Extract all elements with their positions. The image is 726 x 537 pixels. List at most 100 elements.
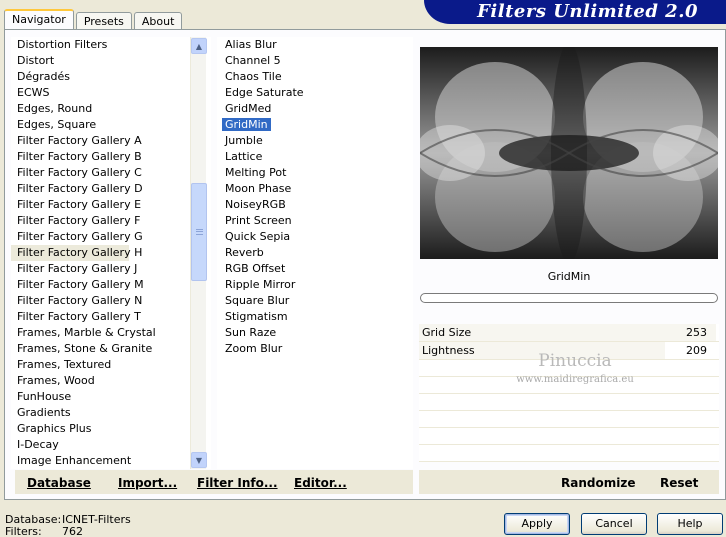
filter-item-label: NoiseyRGB [225, 198, 286, 211]
category-item[interactable]: Distort [11, 53, 211, 69]
slider-empty [419, 411, 719, 428]
filter-item[interactable]: GridMin [217, 117, 413, 133]
filter-item[interactable]: Stigmatism [217, 309, 413, 325]
header-banner: Filters Unlimited 2.0 [424, 0, 726, 24]
watermark-url: www.maidiregrafica.eu [516, 374, 634, 385]
category-item[interactable]: Dégradés [11, 69, 211, 85]
category-list[interactable]: Distortion Filters Distort Dégradés ECWS Edg… [11, 37, 211, 469]
filter-item[interactable]: Quick Sepia [217, 229, 413, 245]
import-link[interactable]: Import... [118, 476, 177, 490]
category-scrollbar[interactable]: ▲ ▼ [190, 37, 207, 469]
preview-filter-name: GridMin [547, 270, 591, 283]
category-item[interactable]: ECWS [11, 85, 211, 101]
slider-value: 209 [686, 344, 707, 357]
filter-item[interactable]: Ripple Mirror [217, 277, 413, 293]
app-title: Filters Unlimited 2.0 [477, 1, 698, 22]
filter-item[interactable]: Print Screen [217, 213, 413, 229]
filter-item[interactable]: GridMed [217, 101, 413, 117]
filter-item[interactable]: Square Blur [217, 293, 413, 309]
category-item[interactable]: Graphics Plus [11, 421, 211, 437]
filter-item-label: Channel 5 [225, 54, 281, 67]
filter-item[interactable]: Melting Pot [217, 165, 413, 181]
scrollbar-thumb[interactable] [191, 183, 207, 281]
help-button[interactable]: Help [657, 513, 723, 535]
cancel-button[interactable]: Cancel [581, 513, 647, 535]
filter-info-link[interactable]: Filter Info... [197, 476, 278, 490]
slider-label: Lightness [422, 344, 475, 357]
filter-item[interactable]: RGB Offset [217, 261, 413, 277]
filter-item-label: Edge Saturate [225, 86, 304, 99]
category-item[interactable]: FunHouse [11, 389, 211, 405]
category-item[interactable]: I-Decay [11, 437, 211, 453]
filter-item-label: Alias Blur [225, 38, 277, 51]
status-filters-label: Filters: [5, 525, 42, 537]
filter-item[interactable]: Jumble [217, 133, 413, 149]
filter-item[interactable]: NoiseyRGB [217, 197, 413, 213]
category-item[interactable]: Frames, Textured [11, 357, 211, 373]
category-item[interactable]: Filter Factory Gallery M [11, 277, 211, 293]
watermark-name: Pinuccia [538, 351, 612, 371]
filter-item[interactable]: Zoom Blur [217, 341, 413, 357]
category-item[interactable]: Filter Factory Gallery C [11, 165, 211, 181]
category-item[interactable]: Image Enhancement [11, 453, 211, 469]
right-toolbar: Randomize Reset [419, 470, 719, 494]
slider-empty [419, 445, 719, 462]
filter-item[interactable]: Alias Blur [217, 37, 413, 53]
filter-item-label: RGB Offset [225, 262, 286, 275]
filter-item[interactable]: Chaos Tile [217, 69, 413, 85]
slider-label: Grid Size [422, 326, 472, 339]
category-item[interactable]: Edges, Square [11, 117, 211, 133]
category-item[interactable]: Filter Factory Gallery G [11, 229, 211, 245]
chevron-up-icon[interactable]: ▲ [191, 38, 207, 54]
filter-item[interactable]: Moon Phase [217, 181, 413, 197]
tab-bar: Navigator Presets About [4, 9, 184, 30]
filter-list[interactable]: Alias Blur Channel 5 Chaos Tile Edge Satura… [217, 37, 413, 469]
slider-grid-size[interactable]: Grid Size 253 [419, 324, 719, 342]
category-item[interactable]: Filter Factory Gallery A [11, 133, 211, 149]
slider-empty [419, 428, 719, 445]
category-item[interactable]: Filter Factory Gallery D [11, 181, 211, 197]
category-item[interactable]: Frames, Marble & Crystal [11, 325, 211, 341]
category-item[interactable]: Filter Factory Gallery N [11, 293, 211, 309]
category-item[interactable]: Filter Factory Gallery B [11, 149, 211, 165]
parameter-sliders: Grid Size 253 Lightness 209 [419, 324, 719, 462]
filter-item-label: Melting Pot [225, 166, 287, 179]
editor-link[interactable]: Editor... [294, 476, 347, 490]
category-item[interactable]: Filter Factory Gallery H [11, 245, 142, 261]
apply-button[interactable]: Apply [504, 513, 570, 535]
filter-item-label: Chaos Tile [225, 70, 282, 83]
tab-navigator[interactable]: Navigator [4, 9, 74, 30]
tab-about[interactable]: About [133, 12, 183, 30]
filter-item[interactable]: Lattice [217, 149, 413, 165]
progress-bar [420, 293, 718, 303]
filter-item-label: Zoom Blur [225, 342, 283, 355]
randomize-button[interactable]: Randomize [561, 476, 635, 490]
filter-item[interactable]: Edge Saturate [217, 85, 413, 101]
category-item[interactable]: Frames, Stone & Granite [11, 341, 211, 357]
chevron-down-icon[interactable]: ▼ [191, 452, 207, 468]
filter-item[interactable]: Sun Raze [217, 325, 413, 341]
status-filters-value: 762 [62, 525, 83, 537]
category-item[interactable]: Filter Factory Gallery E [11, 197, 211, 213]
category-item[interactable]: Edges, Round [11, 101, 211, 117]
category-item[interactable]: Gradients [11, 405, 211, 421]
slider-empty [419, 394, 719, 411]
filter-item[interactable]: Channel 5 [217, 53, 413, 69]
reset-button[interactable]: Reset [660, 476, 698, 490]
slider-value: 253 [686, 326, 707, 339]
category-item[interactable]: Filter Factory Gallery F [11, 213, 211, 229]
filter-item-label: Sun Raze [225, 326, 277, 339]
grip-icon [195, 229, 203, 235]
filter-item[interactable]: Reverb [217, 245, 413, 261]
category-item[interactable]: Filter Factory Gallery J [11, 261, 211, 277]
filter-item-label: Stigmatism [225, 310, 288, 323]
filter-item-label: Moon Phase [225, 182, 292, 195]
database-link[interactable]: Database [27, 476, 91, 490]
category-item[interactable]: Frames, Wood [11, 373, 211, 389]
tab-presets[interactable]: Presets [75, 12, 132, 30]
filter-item-label: Reverb [225, 246, 264, 259]
filter-item-label: GridMed [225, 102, 272, 115]
left-toolbar: Database Import... Filter Info... Editor… [15, 470, 413, 494]
category-item[interactable]: Filter Factory Gallery T [11, 309, 211, 325]
category-item[interactable]: Distortion Filters [11, 37, 211, 53]
